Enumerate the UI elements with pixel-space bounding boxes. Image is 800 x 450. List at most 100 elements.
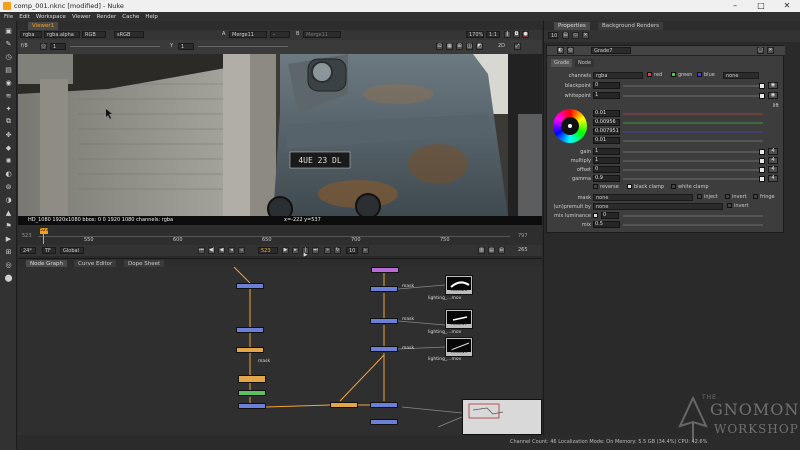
offset-anim-icon[interactable]: 4 xyxy=(768,166,778,173)
node-graph[interactable]: mask mask mask mask Read20 lighting_...m… xyxy=(18,267,542,435)
play-icon[interactable]: ▶ xyxy=(282,247,289,254)
menu-viewer[interactable]: Viewer xyxy=(72,14,91,20)
read-node-read19[interactable]: Read19 xyxy=(445,337,473,357)
inject-checkbox[interactable] xyxy=(697,194,702,199)
channels-dropdown[interactable]: rgba xyxy=(20,31,42,38)
image-tool-icon[interactable]: ▣ xyxy=(3,25,14,36)
reverse-checkbox[interactable] xyxy=(593,184,598,189)
gamma-color-icon[interactable] xyxy=(759,176,765,182)
mask-overlay-icon[interactable]: ▦ xyxy=(446,43,453,50)
whitepoint-field[interactable]: 1 xyxy=(593,92,620,99)
menu-file[interactable]: File xyxy=(4,14,13,20)
unpremult-invert-checkbox[interactable] xyxy=(727,203,732,208)
merge-node[interactable] xyxy=(370,402,398,408)
menu-help[interactable]: Help xyxy=(145,14,158,20)
node-color-icon[interactable]: ◐ xyxy=(557,47,564,54)
play-back-icon[interactable]: ◂ xyxy=(228,247,235,254)
transform-node[interactable] xyxy=(236,347,264,353)
flipbook-icon[interactable]: ▤ xyxy=(488,247,495,254)
3d-tool-icon[interactable]: ◆ xyxy=(3,142,14,153)
mask-select[interactable]: none xyxy=(593,194,693,201)
blackpoint-anim-icon[interactable]: ◉ xyxy=(768,82,778,89)
red-checkbox[interactable] xyxy=(647,72,652,77)
script-tool-icon[interactable]: ◎ xyxy=(3,259,14,270)
tab-viewer1[interactable]: Viewer1 xyxy=(28,22,59,30)
first-frame-icon[interactable]: ⏮ xyxy=(198,247,205,254)
gamma-field[interactable]: 1 xyxy=(178,43,194,50)
merge-node[interactable] xyxy=(370,286,398,292)
lift-red-slider[interactable] xyxy=(623,113,763,115)
menu-edit[interactable]: Edit xyxy=(19,14,30,20)
mask-invert-checkbox[interactable] xyxy=(725,194,730,199)
step-field[interactable]: 10 xyxy=(346,247,358,254)
green-checkbox[interactable] xyxy=(671,72,676,77)
prev-frame-icon[interactable]: ◀ xyxy=(218,247,225,254)
end-frame-field[interactable]: 265 xyxy=(518,247,528,254)
frame-field[interactable]: 523 xyxy=(258,247,278,254)
keyer-tool-icon[interactable]: ✦ xyxy=(3,103,14,114)
gain-field[interactable]: 1 xyxy=(593,148,620,155)
blackpoint-color-icon[interactable] xyxy=(759,83,765,89)
node-graph-navigator[interactable] xyxy=(462,399,542,435)
ocula-tool-icon[interactable]: ▶ xyxy=(3,233,14,244)
guides-icon[interactable]: ⊞ xyxy=(456,43,463,50)
lut-icon[interactable]: ◩ xyxy=(476,43,483,50)
menu-render[interactable]: Render xyxy=(97,14,117,20)
multiply-field[interactable]: 1 xyxy=(593,157,620,164)
whitepoint-color-icon[interactable] xyxy=(759,93,765,99)
colorspace-dropdown[interactable]: sRGB xyxy=(114,31,144,38)
gain-color-icon[interactable] xyxy=(759,149,765,155)
gamma-slider[interactable] xyxy=(623,178,763,180)
other-tool-icon[interactable]: ▲ xyxy=(3,207,14,218)
channel-tool-icon[interactable]: ▤ xyxy=(3,64,14,75)
tab-node[interactable]: Node xyxy=(575,59,595,67)
display-dropdown[interactable]: RGB xyxy=(82,31,106,38)
channels-select[interactable]: rgba xyxy=(593,72,643,79)
lift-alpha-slider[interactable] xyxy=(623,140,763,142)
lift-red-field[interactable]: 0.01 xyxy=(593,110,620,117)
multiply-color-icon[interactable] xyxy=(759,158,765,164)
black-clamp-checkbox[interactable] xyxy=(627,184,632,189)
merge-node[interactable] xyxy=(370,318,398,324)
lift-green-slider[interactable] xyxy=(623,122,763,124)
skip-icon[interactable]: » xyxy=(324,247,331,254)
metadata-tool-icon[interactable]: ◐ xyxy=(3,168,14,179)
pause-icon[interactable]: ∥ xyxy=(504,31,511,38)
gain-slider[interactable] xyxy=(70,46,160,47)
merge-node[interactable] xyxy=(236,327,264,333)
step-back-icon[interactable]: ◃ xyxy=(238,247,245,254)
draw-tool-icon[interactable]: ✎ xyxy=(3,38,14,49)
mix-luminance-slider[interactable] xyxy=(623,215,763,217)
lock-panels-icon[interactable]: ⊟ xyxy=(562,32,569,39)
prev-key-icon[interactable]: ◀| xyxy=(208,247,215,254)
collapse-icon[interactable]: ▭ xyxy=(572,32,579,39)
mix-luminance-checkbox[interactable] xyxy=(593,213,598,218)
offset-color-icon[interactable] xyxy=(759,167,765,173)
fringe-checkbox[interactable] xyxy=(753,194,758,199)
gain-field[interactable]: 1 xyxy=(50,43,66,50)
transform-node[interactable] xyxy=(330,402,358,408)
view-mode-label[interactable]: 2D xyxy=(498,43,505,50)
grade-node[interactable] xyxy=(238,390,266,396)
next-key-icon[interactable]: |▶ xyxy=(302,247,309,258)
merge-node[interactable] xyxy=(236,283,264,289)
center-node-icon[interactable]: ◎ xyxy=(567,47,574,54)
loop-icon[interactable]: ↻ xyxy=(334,247,341,254)
lift-blue-slider[interactable] xyxy=(623,131,763,133)
max-panels-field[interactable]: 10 xyxy=(548,32,558,39)
gain-icon[interactable]: ◌ xyxy=(40,43,47,50)
close-panel-icon[interactable]: ✕ xyxy=(767,47,774,54)
particles-tool-icon[interactable]: ⊚ xyxy=(3,181,14,192)
step-forward-icon[interactable]: ▹ xyxy=(362,247,369,254)
mix-field[interactable]: 0.5 xyxy=(593,221,620,228)
lift-green-field[interactable]: 0.00956 xyxy=(593,119,620,126)
transform-tool-icon[interactable]: ✥ xyxy=(3,129,14,140)
last-frame-icon[interactable]: ⏭ xyxy=(312,247,319,254)
tab-properties[interactable]: Properties xyxy=(554,22,590,30)
unpremult-select[interactable]: none xyxy=(593,203,723,210)
float-panel-icon[interactable]: ▢ xyxy=(757,47,764,54)
blur-node[interactable] xyxy=(238,375,266,383)
viewer-canvas[interactable]: 4UE 23 DL xyxy=(18,54,542,216)
white-clamp-checkbox[interactable] xyxy=(671,184,676,189)
timeline[interactable]: 523 797 550 600 650 700 750 523 xyxy=(18,225,542,245)
